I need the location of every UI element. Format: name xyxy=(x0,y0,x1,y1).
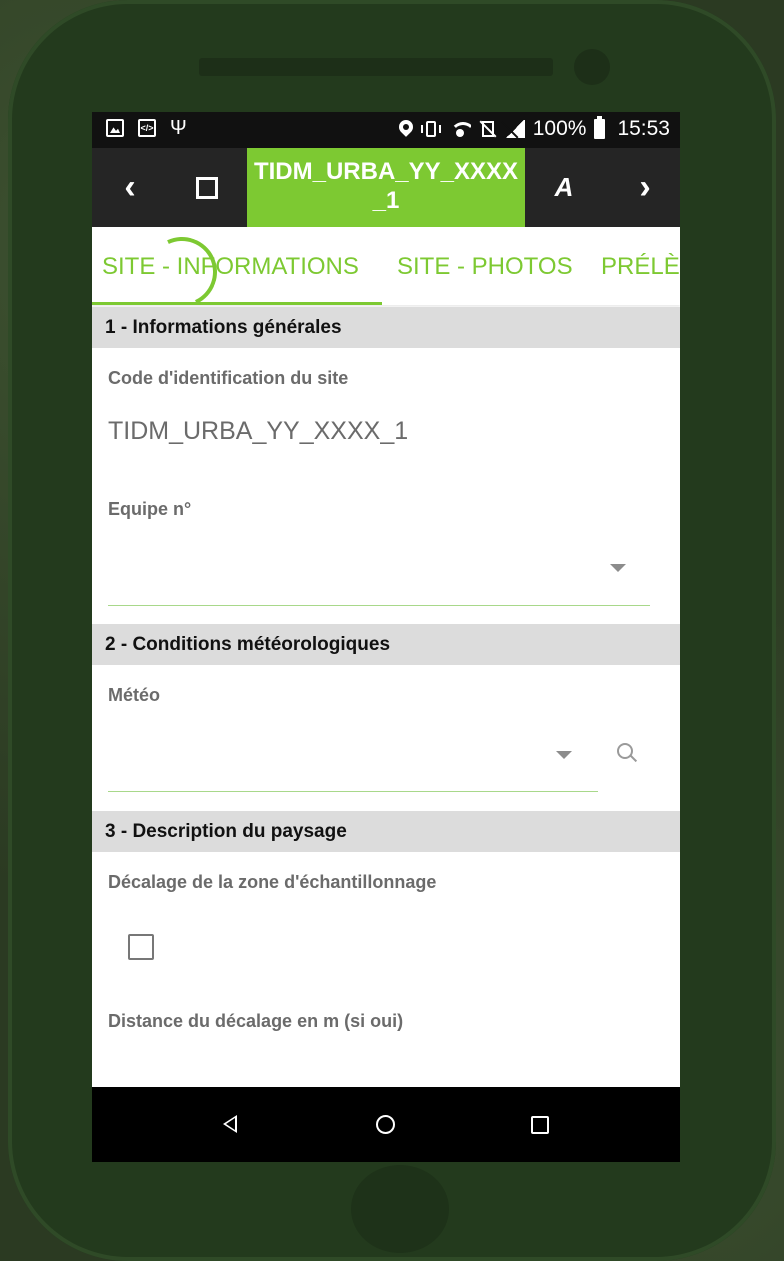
fullscreen-icon xyxy=(196,176,218,199)
status-bar: </> Ψ 100% 15:53 xyxy=(92,112,680,148)
code-value: TIDM_URBA_YY_XXXX_1 xyxy=(108,417,409,445)
code-label: Code d'identification du site xyxy=(108,368,349,388)
tab-site-photos[interactable]: SITE - PHOTOS xyxy=(397,253,573,281)
location-icon xyxy=(399,120,413,138)
speaker-grille xyxy=(199,58,553,76)
signal-icon xyxy=(504,120,525,138)
equipe-label: Equipe n° xyxy=(108,499,192,519)
section-header-meteo: 2 - Conditions météorologiques xyxy=(92,624,680,665)
image-icon xyxy=(106,119,124,137)
battery-percent: 100% xyxy=(532,117,587,140)
nav-home-icon[interactable] xyxy=(376,1115,395,1134)
decalage-label: Décalage de la zone d'échantillonnage xyxy=(108,872,437,892)
chevron-left-icon[interactable]: ‹ xyxy=(110,148,150,227)
usb-icon: Ψ xyxy=(170,117,187,139)
no-sim-icon xyxy=(479,120,497,138)
wifi-icon xyxy=(449,120,471,138)
meteo-label: Météo xyxy=(108,685,161,705)
meteo-underline xyxy=(108,791,598,792)
code-icon: </> xyxy=(138,119,156,137)
chevron-right-icon[interactable]: › xyxy=(625,148,665,227)
record-title-line2: _1 xyxy=(372,187,400,214)
meteo-select[interactable] xyxy=(108,722,598,792)
tab-prelevements[interactable]: PRÉLÈ xyxy=(601,253,680,281)
nav-recents-icon[interactable] xyxy=(531,1116,549,1134)
fullscreen-button[interactable] xyxy=(187,148,227,227)
chevron-down-icon xyxy=(556,751,572,759)
active-tab-indicator xyxy=(92,302,382,305)
distance-label: Distance du décalage en m (si oui) xyxy=(108,1011,404,1031)
chevron-down-icon xyxy=(610,564,626,572)
equipe-underline xyxy=(108,605,650,606)
equipe-select[interactable] xyxy=(108,532,650,605)
section-header-paysage: 3 - Description du paysage xyxy=(92,811,680,852)
vibrate-icon xyxy=(420,120,441,138)
front-camera xyxy=(574,49,610,85)
android-nav-bar xyxy=(92,1087,680,1162)
hardware-home-button[interactable] xyxy=(351,1165,449,1253)
record-title: TIDM_URBA_YY_XXXX _1 xyxy=(247,148,525,227)
tab-site-informations[interactable]: SITE - INFORMATIONS xyxy=(102,253,359,281)
battery-icon xyxy=(594,116,606,139)
clock: 15:53 xyxy=(617,117,670,140)
edit-text-icon[interactable]: A xyxy=(544,148,584,227)
app-screen: </> Ψ 100% 15:53 ‹ TIDM_URBA_YY_XXXX _1 … xyxy=(92,112,680,1162)
record-title-line1: TIDM_URBA_YY_XXXX xyxy=(253,158,519,185)
decalage-checkbox[interactable] xyxy=(128,934,154,960)
search-icon[interactable] xyxy=(617,743,639,765)
section-header-general: 1 - Informations générales xyxy=(92,307,680,348)
tab-bar: SITE - INFORMATIONS SITE - PHOTOS PRÉLÈ xyxy=(92,227,680,317)
app-toolbar: ‹ TIDM_URBA_YY_XXXX _1 A › xyxy=(92,148,680,227)
